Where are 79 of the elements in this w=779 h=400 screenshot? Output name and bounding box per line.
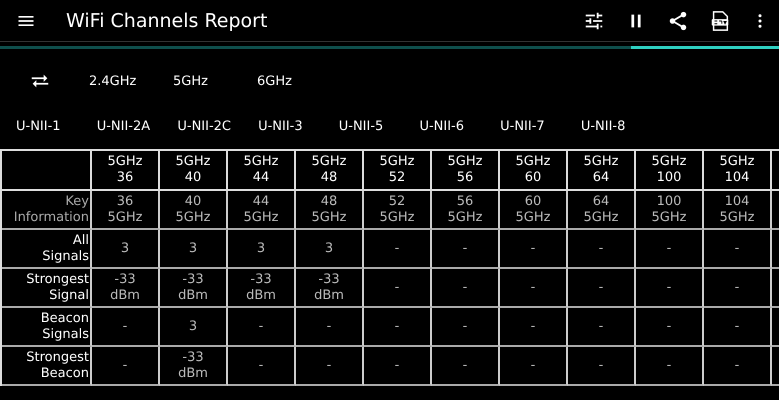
table-cell: - [364, 230, 432, 269]
table-cell: - [704, 269, 772, 308]
column-header: 5GHz 64 [568, 151, 636, 191]
column-header: 5GHz 56 [432, 151, 500, 191]
table-cell: - [228, 347, 296, 386]
table-cell: - [704, 308, 772, 347]
column-header: 5GHz 104 [704, 151, 772, 191]
table-cell: - [568, 230, 636, 269]
band-tab[interactable]: 2.4GHz [89, 74, 173, 88]
table-cell: - [432, 230, 500, 269]
sub-band-tab[interactable]: U-NII-7 [500, 118, 581, 134]
table-cell: 56 5GHz [432, 191, 500, 230]
table-cell: - [364, 269, 432, 308]
table-cell: -33 dBm [160, 269, 228, 308]
table-cell: - [704, 230, 772, 269]
row-label: Beacon Signals [2, 308, 92, 347]
table-cell: 3 [160, 230, 228, 269]
table-cell: - [296, 347, 364, 386]
file-icon[interactable] [709, 10, 731, 32]
table-cell: 3 [160, 308, 228, 347]
table-cell: - [92, 347, 160, 386]
sub-band-tab[interactable]: U-NII-5 [338, 118, 420, 134]
column-header: 5GHz 36 [92, 151, 160, 191]
row-label: Key Information [2, 191, 92, 230]
column-header: 5GHz 40 [160, 151, 228, 191]
table-cell: 64 5GHz [568, 191, 636, 230]
table-cell: - [364, 308, 432, 347]
sub-band-tab[interactable]: U-NII-2C [177, 118, 258, 134]
band-tab[interactable]: 6GHz [257, 74, 341, 88]
column-header: 5GHz 52 [364, 151, 432, 191]
table-cell: - [636, 269, 704, 308]
table-cell: - [228, 308, 296, 347]
table-cell: 48 5GHz [296, 191, 364, 230]
table-cell: - [568, 308, 636, 347]
table-cell: -33 dBm [228, 269, 296, 308]
table-cell: 3 [228, 230, 296, 269]
column-header: 5GHz 48 [296, 151, 364, 191]
table-cell: -33 dBm [92, 269, 160, 308]
table-cell: - [500, 347, 568, 386]
table-cell: 40 5GHz [160, 191, 228, 230]
table-cell: - [704, 347, 772, 386]
column-header: 5GHz 44 [228, 151, 296, 191]
sub-band-tab[interactable]: U-NII-3 [258, 118, 339, 134]
table-cell: 3 [92, 230, 160, 269]
row-label: Strongest Beacon [2, 347, 92, 386]
row-label: All Signals [2, 230, 92, 269]
table-cell: 3 [296, 230, 364, 269]
sub-band-tab[interactable]: U-NII-2A [96, 118, 178, 134]
table-cell: 104 5GHz [704, 191, 772, 230]
table-cell: 44 5GHz [228, 191, 296, 230]
table-cell: 36 5GHz [92, 191, 160, 230]
table-cell: - [500, 269, 568, 308]
column-header: 5GHz 60 [500, 151, 568, 191]
table-cell: - [432, 347, 500, 386]
table-cell: - [636, 347, 704, 386]
table-cell: - [432, 308, 500, 347]
table-cell: - [364, 347, 432, 386]
table-cell: - [500, 230, 568, 269]
table-cell: - [296, 308, 364, 347]
band-tab[interactable]: 5GHz [173, 74, 257, 88]
sub-band-tab[interactable]: U-NII-6 [419, 118, 500, 134]
table-cell: 100 5GHz [636, 191, 704, 230]
sub-band-tab[interactable]: U-NII-8 [580, 118, 662, 134]
table-cell: - [92, 308, 160, 347]
table-cell: - [500, 308, 568, 347]
share-icon[interactable] [667, 10, 689, 32]
table-cell: - [636, 230, 704, 269]
sub-band-tab[interactable]: U-NII-1 [16, 118, 97, 134]
table-cell: - [432, 269, 500, 308]
column-header: 5GHz 100 [636, 151, 704, 191]
table-cell: -33 dBm [160, 347, 228, 386]
app-title: WiFi Channels Report [66, 10, 268, 32]
row-label: Strongest Signal [2, 269, 92, 308]
table-cell: 60 5GHz [500, 191, 568, 230]
table-cell: -33 dBm [296, 269, 364, 308]
table-cell: - [568, 269, 636, 308]
table-cell: - [636, 308, 704, 347]
table-cell: - [568, 347, 636, 386]
table-cell: 52 5GHz [364, 191, 432, 230]
